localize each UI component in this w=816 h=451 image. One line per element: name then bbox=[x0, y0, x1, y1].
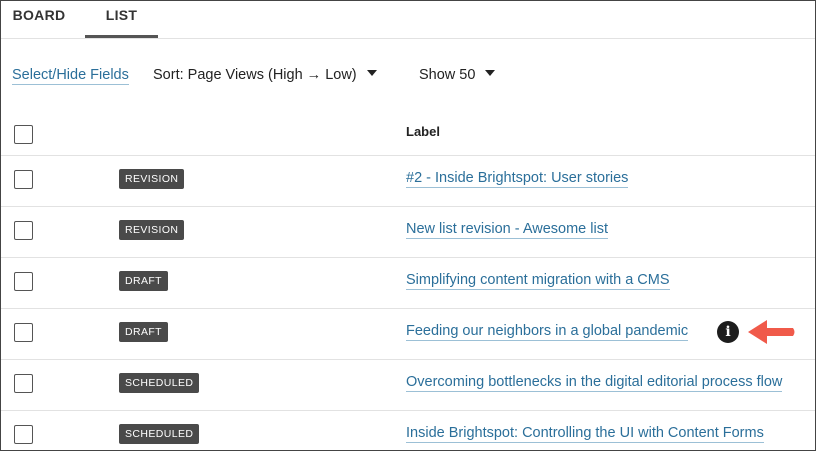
status-badge: SCHEDULED bbox=[119, 424, 200, 444]
table-row: REVISION #2 - Inside Brightspot: User st… bbox=[1, 156, 815, 207]
tab-list[interactable]: LIST bbox=[85, 1, 158, 38]
table-row: DRAFT Feeding our neighbors in a global … bbox=[1, 309, 815, 360]
content-title-link[interactable]: #2 - Inside Brightspot: User stories bbox=[406, 170, 629, 188]
status-badge: DRAFT bbox=[119, 271, 168, 291]
callout-arrow-icon bbox=[748, 320, 795, 344]
chevron-down-icon bbox=[366, 70, 377, 76]
row-checkbox[interactable] bbox=[14, 221, 33, 240]
row-checkbox[interactable] bbox=[14, 170, 33, 189]
column-header-label: Label bbox=[406, 124, 440, 139]
table-row: REVISION New list revision - Awesome lis… bbox=[1, 207, 815, 258]
status-badge: SCHEDULED bbox=[119, 373, 200, 393]
status-badge: REVISION bbox=[119, 169, 185, 189]
row-checkbox[interactable] bbox=[14, 272, 33, 291]
table-body: REVISION #2 - Inside Brightspot: User st… bbox=[1, 156, 815, 450]
sort-dropdown-label: Sort: Page Views (High → Low) bbox=[153, 67, 357, 83]
select-all-checkbox[interactable] bbox=[14, 125, 33, 144]
content-title-link[interactable]: Overcoming bottlenecks in the digital ed… bbox=[406, 374, 783, 392]
row-checkbox[interactable] bbox=[14, 425, 33, 444]
content-list-panel: BOARD LIST Select/Hide Fields Sort: Page… bbox=[0, 0, 816, 451]
row-checkbox[interactable] bbox=[14, 323, 33, 342]
list-toolbar: Select/Hide Fields Sort: Page Views (Hig… bbox=[1, 61, 815, 91]
table-header: Label bbox=[1, 105, 815, 156]
tab-board[interactable]: BOARD bbox=[11, 1, 67, 35]
content-title-link[interactable]: Feeding our neighbors in a global pandem… bbox=[406, 323, 689, 341]
select-hide-fields-link[interactable]: Select/Hide Fields bbox=[12, 67, 129, 85]
status-badge: REVISION bbox=[119, 220, 185, 240]
show-count-label: Show 50 bbox=[419, 67, 476, 83]
chevron-down-icon bbox=[485, 70, 496, 76]
content-title-link[interactable]: New list revision - Awesome list bbox=[406, 221, 608, 239]
table-row: SCHEDULED Overcoming bottlenecks in the … bbox=[1, 360, 815, 411]
content-title-link[interactable]: Inside Brightspot: Controlling the UI wi… bbox=[406, 425, 764, 443]
info-icon[interactable]: i bbox=[717, 321, 739, 343]
sort-dropdown[interactable]: Sort: Page Views (High → Low) bbox=[153, 67, 377, 83]
view-tabs: BOARD LIST bbox=[1, 1, 815, 39]
status-badge: DRAFT bbox=[119, 322, 168, 342]
content-title-link[interactable]: Simplifying content migration with a CMS bbox=[406, 272, 670, 290]
row-checkbox[interactable] bbox=[14, 374, 33, 393]
show-count-dropdown[interactable]: Show 50 bbox=[419, 67, 496, 83]
table-row: SCHEDULED Inside Brightspot: Controlling… bbox=[1, 411, 815, 450]
table-row: DRAFT Simplifying content migration with… bbox=[1, 258, 815, 309]
